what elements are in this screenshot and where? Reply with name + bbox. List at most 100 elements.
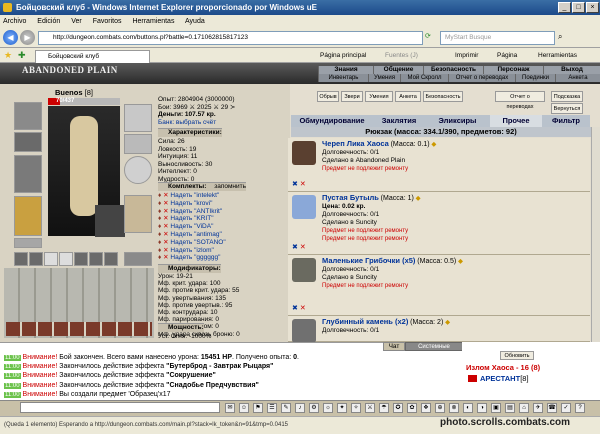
kit-item[interactable]: ♦ ✕ Надеть "ANTIkrit" [158,208,288,216]
item-info-icon[interactable]: ◆ [431,141,436,148]
kit-item[interactable]: ♦ ✕ Надеть "antimag" [158,231,288,239]
toolbar-icon[interactable]: ▣ [491,403,501,413]
armor-slot[interactable] [14,155,42,193]
toolbar-icon[interactable]: ⊕ [435,403,445,413]
kits-header[interactable]: Комплекты: запомнить [158,182,247,191]
refresh-location-button[interactable]: Обновить [500,351,534,360]
hint-button[interactable]: Подсказка [551,91,583,102]
tools-button[interactable]: Herramientas [538,48,577,63]
tab-other[interactable]: Прочее [490,115,542,127]
shield-slot[interactable] [124,156,152,184]
kit-item[interactable]: ♦ ✕ Надеть "krovi" [158,200,288,208]
security-button[interactable]: Безопасность [423,91,463,102]
elixir-row[interactable] [6,322,152,336]
kit-item[interactable]: ♦ ✕ Надеть "intelekt" [158,192,288,200]
toolbar-icon[interactable]: ☺ [239,403,249,413]
toolbar-icon[interactable]: ☂ [379,403,389,413]
system-messages-tab[interactable]: Системные сообщения [405,342,463,358]
item-info-icon[interactable]: ◆ [458,258,463,265]
menu-edicion[interactable]: Edición [37,18,60,25]
power-header[interactable]: Мощность: [158,323,204,332]
inventory-item[interactable]: Маленькие Грибочки (x5) (Масса: 0.5) ◆ До… [288,255,590,316]
subnav-profile[interactable]: Анкета [555,74,600,82]
tab-equipment[interactable]: Обмундирование [291,115,373,127]
boots-slot[interactable] [124,252,152,266]
toolbar-icon[interactable]: ⚑ [253,403,263,413]
browser-tab[interactable]: Бойцовский клуб [35,50,150,63]
close-button[interactable]: × [586,2,599,13]
toolbar-icon[interactable]: ✉ [225,403,235,413]
item-title[interactable]: Пустая Бутыль [322,193,379,202]
nav-security[interactable]: Безопасность [423,66,483,74]
delete-kit-icon[interactable]: ✕ [163,239,168,246]
kit-label[interactable]: Надеть "SOTANO" [170,239,225,246]
weapon-slot-left[interactable] [14,132,42,152]
print-button[interactable]: Imprimir [455,48,478,63]
cliff-button[interactable]: Обрыв [317,91,339,102]
delete-kit-icon[interactable]: ✕ [163,247,168,254]
toolbar-icon[interactable]: ❖ [421,403,431,413]
kit-item[interactable]: ♦ ✕ Надеть "SOTANO" [158,239,288,247]
toolbar-icon[interactable]: ✧ [351,403,361,413]
scroll-slot-3[interactable] [104,252,118,266]
feeds-button[interactable]: Fuentes (J) [385,48,418,63]
toolbar-icon[interactable]: ☎ [547,403,557,413]
maximize-button[interactable]: □ [572,2,585,13]
tab-filter[interactable]: Фильтр [542,115,590,127]
inventory-item[interactable]: Пустая Бутыль (Масса: 1) ◆ Цена: 0.02 кр.… [288,192,590,255]
nav-knowledge[interactable]: Знания [318,66,373,74]
toolbar-icon[interactable]: ⊗ [449,403,459,413]
delete-kit-icon[interactable]: ✕ [163,254,168,261]
address-input[interactable]: http://dungeon.combats.com/buttons.pl?ba… [38,31,423,45]
player-entry[interactable]: АРЕСТАНТ[8] [480,374,529,383]
delete-kit-icon[interactable]: ✕ [163,200,168,207]
delete-kit-icon[interactable]: ✕ [163,231,168,238]
subnav-inventory[interactable]: Инвентарь [318,74,368,82]
delete-kit-icon[interactable]: ✕ [163,192,168,199]
message-time[interactable]: 11:00 [4,391,21,398]
toolbar-icon[interactable]: ☰ [267,403,277,413]
ring-slot-1[interactable] [14,252,28,266]
kit-label[interactable]: Надеть "izlom" [170,247,213,254]
menu-ayuda[interactable]: Ayuda [185,18,205,25]
ring-slot-2[interactable] [29,252,43,266]
inventory-item[interactable]: Череп Лика Хаоса (Масса: 0.1) ◆ Долговечн… [288,138,590,192]
forward-icon[interactable]: ▶ [20,30,35,45]
chat-input[interactable] [20,402,220,413]
kit-item[interactable]: ♦ ✕ Надеть "KRIT" [158,215,288,223]
item-image[interactable] [292,258,316,282]
delete-icon[interactable]: ✕ [300,181,306,188]
nav-character[interactable]: Персонаж [483,66,543,74]
nav-exit[interactable]: Выход [543,66,600,74]
skills-button[interactable]: Умения [365,91,393,102]
item-title[interactable]: Глубинный камень (x2) [322,317,408,326]
pants-slot[interactable] [124,195,152,233]
toolbar-icon[interactable]: ⚙ [309,403,319,413]
transfer-report-button[interactable]: Отчет о переводах [495,91,545,110]
delete-icon[interactable]: ✕ [300,244,306,251]
minimize-button[interactable]: _ [558,2,571,13]
add-favorite-icon[interactable]: ✚ [18,50,26,61]
message-time[interactable]: 11:00 [4,364,21,371]
item-info-icon[interactable]: ◆ [445,319,450,326]
chars-header[interactable]: Характеристики: [158,128,222,137]
delete-kit-icon[interactable]: ✕ [163,208,168,215]
item-info-icon[interactable]: ◆ [416,195,421,202]
gloves-slot[interactable] [124,134,152,154]
use-icon[interactable]: ✖ [292,244,298,251]
subnav-transfers[interactable]: Отчет о переводах [448,74,515,82]
subnav-battles[interactable]: Поединки [515,74,555,82]
kit-label[interactable]: Надеть "krovi" [170,200,212,207]
use-icon[interactable]: ✖ [292,181,298,188]
inventory-scrollbar[interactable] [591,127,600,342]
kit-label[interactable]: Надеть "antimag" [170,231,221,238]
favorites-star-icon[interactable]: ★ [4,50,12,61]
refresh-icon[interactable]: ⟳ [425,32,431,40]
pets-button[interactable]: Звери [341,91,363,102]
chat-tab[interactable]: Чат [383,342,405,351]
tab-spells[interactable]: Заклятия [373,115,425,127]
helmet-slot[interactable] [14,102,42,130]
belt-slot[interactable] [14,238,42,248]
kit-label[interactable]: Надеть "KRIT" [170,215,213,222]
use-icon[interactable]: ✖ [292,305,298,312]
